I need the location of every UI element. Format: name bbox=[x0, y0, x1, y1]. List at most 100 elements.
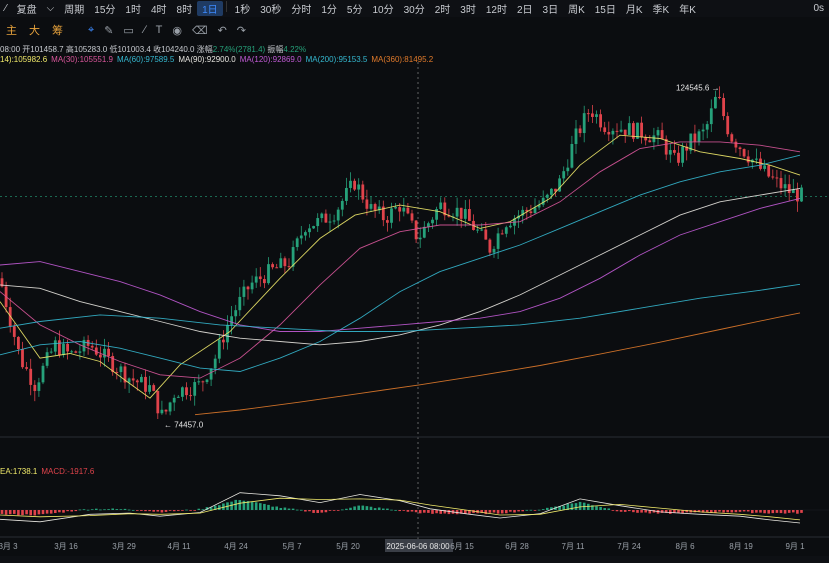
candle-body bbox=[144, 376, 147, 392]
candle-body bbox=[78, 351, 82, 353]
macd-histogram-bar bbox=[353, 506, 356, 510]
macd-histogram-bar bbox=[500, 510, 504, 514]
x-tick-label: 7月 24 bbox=[617, 542, 641, 551]
candle-body bbox=[730, 134, 734, 142]
candle-body bbox=[705, 124, 709, 130]
macd-histogram-bar bbox=[185, 509, 188, 511]
candle-body bbox=[119, 366, 123, 373]
candle-body bbox=[783, 184, 787, 189]
candle-body bbox=[238, 296, 242, 311]
x-tick-label: 3月 16 bbox=[54, 542, 78, 551]
x-tick-label: 5月 20 bbox=[336, 542, 360, 551]
macd-histogram-bar bbox=[103, 509, 106, 511]
candle-body bbox=[746, 156, 750, 163]
macd-histogram-bar bbox=[599, 506, 602, 510]
candle-body bbox=[58, 340, 61, 356]
candle-body bbox=[234, 310, 238, 317]
candle-body bbox=[656, 130, 660, 136]
candle-body bbox=[550, 188, 553, 195]
macd-histogram-bar bbox=[796, 510, 799, 514]
macd-histogram-bar bbox=[619, 510, 623, 512]
macd-histogram-bar bbox=[533, 510, 537, 511]
candle-body bbox=[496, 233, 500, 249]
candle-body bbox=[263, 279, 266, 284]
macd-histogram-bar bbox=[525, 509, 529, 511]
candle-body bbox=[504, 227, 508, 234]
candle-body bbox=[308, 228, 311, 233]
candle-body bbox=[406, 207, 410, 214]
candle-body bbox=[369, 204, 373, 209]
candle-body bbox=[324, 213, 328, 223]
candle-body bbox=[140, 376, 143, 383]
candle-body bbox=[336, 209, 340, 221]
candle-body bbox=[312, 226, 315, 229]
indicator-tabs-bar bbox=[0, 556, 829, 563]
macd-histogram-bar bbox=[17, 510, 20, 516]
macd-histogram-bar bbox=[0, 510, 4, 514]
candle-body bbox=[62, 343, 65, 356]
candle-body bbox=[455, 207, 459, 217]
candle-body bbox=[787, 184, 791, 194]
candle-body bbox=[468, 209, 471, 221]
macd-histogram-bar bbox=[726, 510, 729, 513]
x-tick-label: 3月 3 bbox=[0, 542, 18, 551]
macd-histogram-bar bbox=[287, 508, 291, 510]
macd-histogram-bar bbox=[66, 510, 69, 512]
macd-histogram-bar bbox=[312, 510, 315, 513]
macd-histogram-bar bbox=[488, 510, 492, 513]
macd-histogram-bar bbox=[418, 510, 422, 514]
kline-chart[interactable]: 124545.6 → ← 74457.0 3月 3 3月 16 3月 29 4月 11 4月… bbox=[0, 0, 829, 563]
macd-histogram-bar bbox=[164, 510, 168, 512]
macd-histogram-bar bbox=[755, 510, 758, 513]
macd-histogram-bar bbox=[181, 510, 184, 511]
macd-histogram-bar bbox=[111, 508, 114, 510]
macd-histogram-bar bbox=[107, 509, 110, 510]
macd-histogram-bar bbox=[787, 510, 791, 513]
macd-histogram-bar bbox=[193, 510, 196, 511]
candle-body bbox=[398, 207, 402, 212]
x-tick-label: 6月 28 bbox=[505, 542, 529, 551]
candle-body bbox=[299, 235, 303, 239]
candle-body bbox=[779, 178, 783, 189]
candle-body bbox=[615, 130, 619, 132]
candle-body bbox=[37, 382, 41, 391]
macd-histogram-bar bbox=[677, 510, 680, 513]
macd-histogram-bar bbox=[54, 510, 57, 514]
macd-histogram-bar bbox=[541, 509, 545, 510]
macd-histogram-bar bbox=[578, 501, 582, 510]
candle-body bbox=[45, 352, 49, 366]
candle-body bbox=[328, 221, 332, 223]
candle-body bbox=[681, 146, 684, 163]
macd-histogram-bar bbox=[587, 503, 590, 510]
candle-body bbox=[627, 123, 631, 135]
candle-body bbox=[386, 220, 389, 223]
macd-histogram-bar bbox=[636, 510, 639, 513]
macd-histogram-bar bbox=[628, 510, 631, 512]
candle-body bbox=[578, 128, 582, 134]
candle-body bbox=[533, 207, 537, 214]
macd-histogram-bar bbox=[734, 510, 738, 513]
macd-histogram-bar bbox=[267, 504, 270, 510]
candle-body bbox=[33, 384, 37, 391]
candle-body bbox=[373, 204, 377, 211]
macd-histogram-bar bbox=[127, 509, 131, 511]
candle-body bbox=[709, 108, 713, 125]
macd-histogram-bar bbox=[123, 508, 127, 510]
macd-histogram-bar bbox=[365, 506, 369, 510]
candle-body bbox=[21, 349, 24, 368]
candle-body bbox=[640, 122, 643, 138]
candle-body bbox=[90, 345, 94, 348]
macd-histogram-bar bbox=[722, 510, 725, 513]
macd-histogram-bar bbox=[517, 510, 520, 512]
macd-histogram-bar bbox=[410, 510, 414, 512]
candle-body bbox=[29, 368, 33, 385]
candle-body bbox=[607, 131, 611, 135]
candle-body bbox=[427, 223, 430, 227]
macd-histogram-bar bbox=[435, 510, 438, 514]
candle-body bbox=[422, 226, 426, 238]
candle-body bbox=[767, 165, 771, 177]
candle-body bbox=[492, 248, 496, 253]
macd-histogram-bar bbox=[308, 510, 311, 512]
high-price-annotation: 124545.6 → bbox=[676, 83, 720, 92]
macd-dea-line bbox=[0, 497, 801, 521]
